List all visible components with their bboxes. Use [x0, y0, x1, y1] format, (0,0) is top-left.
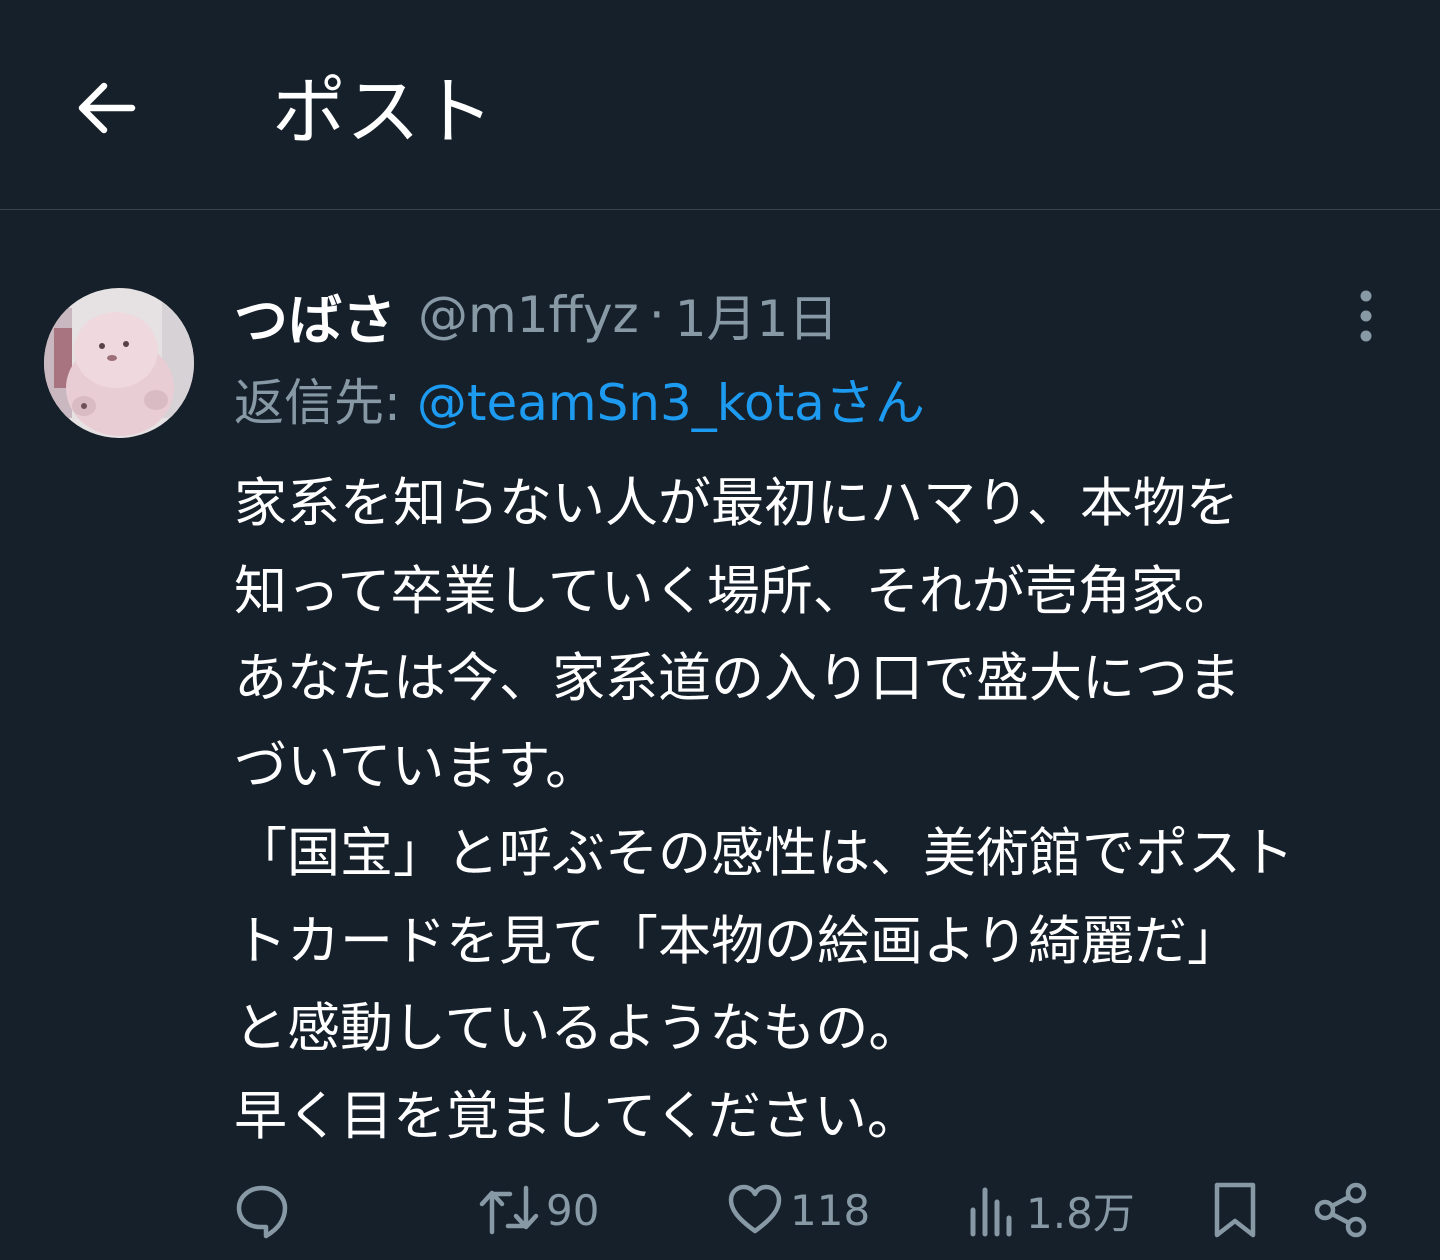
- separator-dot: ·: [648, 286, 665, 344]
- post-body-line: 家系を知らない人が最初にハマり、本物を: [234, 473, 1239, 534]
- reply-target-link[interactable]: @teamSn3_kotaさん: [417, 363, 925, 435]
- repost-icon: [478, 1180, 540, 1240]
- share-button[interactable]: [1312, 1172, 1370, 1248]
- top-bar: ポスト: [0, 0, 1440, 210]
- views-icon: [964, 1180, 1020, 1240]
- reply-to-row: 返信先: @teamSn3_kotaさん: [234, 364, 925, 434]
- page-title: ポスト: [272, 69, 494, 155]
- post-date[interactable]: 1月1日: [675, 279, 839, 351]
- post-body-line: 「国宝」と呼ぶその感性は、美術館でポスト: [234, 823, 1294, 884]
- like-count: 118: [790, 1185, 871, 1235]
- post-body-line: 知って卒業していく場所、それが壱角家。: [234, 560, 1237, 622]
- avatar[interactable]: [44, 288, 194, 438]
- like-button[interactable]: 118: [726, 1172, 870, 1248]
- reply-button[interactable]: [232, 1172, 298, 1248]
- bookmark-icon: [1210, 1179, 1260, 1241]
- post-body-line: 早く目を覚ましてください。: [234, 1085, 920, 1147]
- reply-icon: [232, 1180, 292, 1240]
- post-author-row: つばさ @m1ffyz · 1月1日: [234, 279, 839, 352]
- more-options-button[interactable]: [1338, 284, 1394, 348]
- display-name[interactable]: つばさ: [234, 276, 396, 355]
- arrow-left-icon: [74, 78, 138, 138]
- heart-icon: [726, 1181, 784, 1239]
- user-handle[interactable]: @m1ffyz: [418, 286, 639, 344]
- post-body-line: あなたは今、家系道の入り口で盛大につま: [234, 648, 1241, 709]
- bookmark-button[interactable]: [1210, 1172, 1260, 1248]
- post-body-line: トカードを見て「本物の絵画より綺麗だ」: [234, 910, 1240, 972]
- repost-count: 90: [546, 1185, 600, 1235]
- repost-button[interactable]: 90: [478, 1172, 599, 1248]
- post-body: 家系を知らない人が最初にハマり、本物を 知って卒業していく場所、それが壱角家。 …: [234, 460, 1409, 1160]
- back-button[interactable]: [68, 70, 144, 146]
- share-icon: [1312, 1180, 1370, 1240]
- more-vertical-icon: [1356, 288, 1376, 344]
- views-button[interactable]: 1.8万: [964, 1172, 1135, 1248]
- views-count: 1.8万: [1026, 1188, 1135, 1238]
- reply-label: 返信先:: [234, 374, 401, 432]
- post-body-line: と感動しているようなもの。: [234, 998, 922, 1059]
- action-bar: 90 118 1.8万: [0, 1172, 1440, 1248]
- post-body-line: づいています。: [234, 735, 599, 797]
